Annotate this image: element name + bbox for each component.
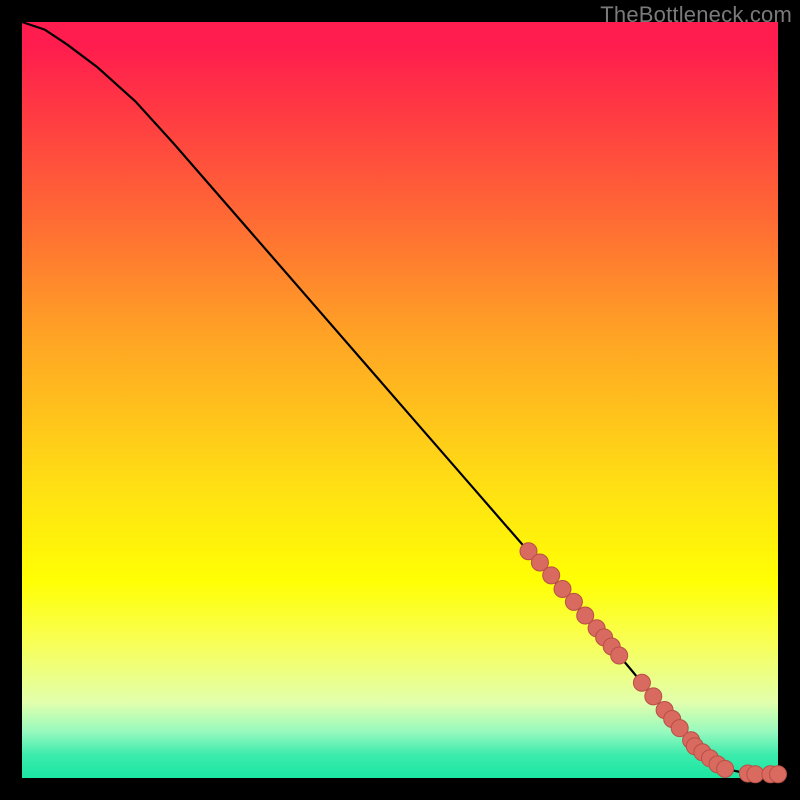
data-point [747,766,764,783]
data-point [565,593,582,610]
data-point [770,766,787,783]
data-point [633,674,650,691]
data-point [543,567,560,584]
data-point [611,647,628,664]
data-point [717,760,734,777]
data-point [645,688,662,705]
marker-group [520,543,787,783]
chart-frame: TheBottleneck.com [0,0,800,800]
bottleneck-curve-path [22,22,778,774]
watermark-text: TheBottleneck.com [600,2,792,28]
chart-plot-area [22,22,778,778]
chart-svg [22,22,778,778]
